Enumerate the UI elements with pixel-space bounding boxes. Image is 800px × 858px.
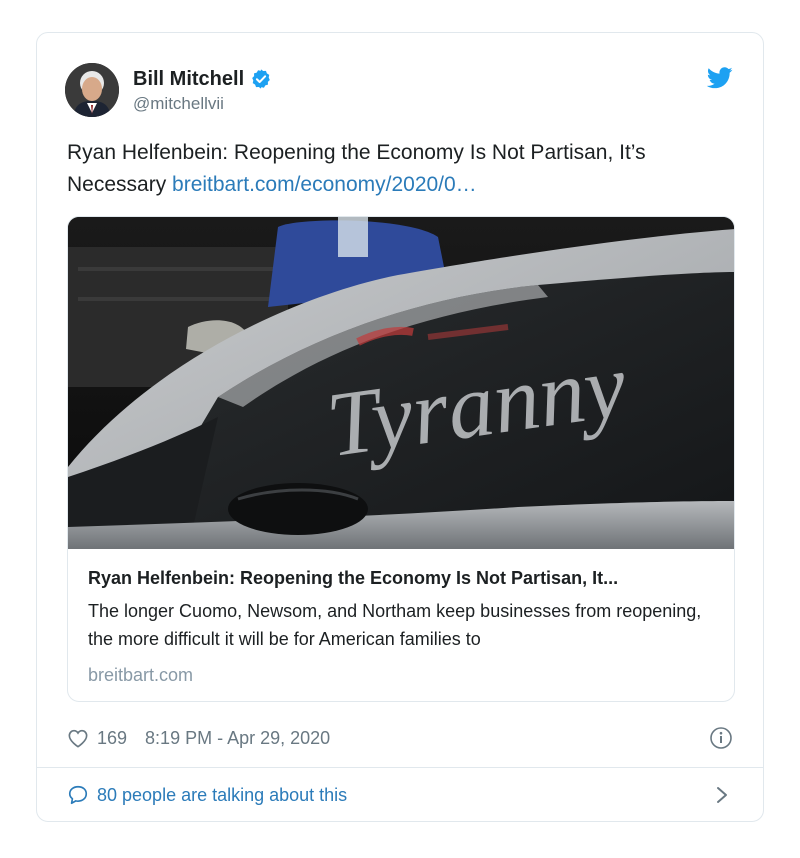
chevron-right-icon[interactable] [715,785,729,805]
divider [37,767,763,768]
tweet-header: Bill Mitchell @mitchellvii [65,63,735,119]
link-preview-card[interactable]: Tyranny Ryan Helfenbein: Reopening the E… [67,216,735,702]
info-icon[interactable] [709,726,733,750]
card-domain: breitbart.com [88,665,194,685]
like-count[interactable]: 169 [97,728,127,749]
tweet-text: Ryan Helfenbein: Reopening the Economy I… [67,137,727,201]
tweet-embed: Bill Mitchell @mitchellvii Ryan Helfenbe… [36,32,764,822]
heart-icon[interactable] [67,728,89,748]
author-name-row: Bill Mitchell [133,67,272,91]
conversation-label[interactable]: 80 people are talking about this [97,785,347,806]
card-image[interactable]: Tyranny [68,217,735,549]
author-block[interactable]: Bill Mitchell @mitchellvii [133,67,272,115]
card-body: Ryan Helfenbein: Reopening the Economy I… [88,565,714,687]
tweet-link[interactable]: breitbart.com/economy/2020/0… [172,173,477,196]
twitter-bird-icon[interactable] [707,67,733,89]
verified-badge-icon [252,69,270,89]
speech-bubble-icon [68,785,88,805]
card-description: The longer Cuomo, Newsom, and Northam ke… [88,601,702,649]
avatar[interactable] [65,63,119,117]
conversation-link[interactable]: 80 people are talking about this [67,781,733,809]
tweet-timestamp[interactable]: 8:19 PM - Apr 29, 2020 [145,728,330,749]
card-title[interactable]: Ryan Helfenbein: Reopening the Economy I… [88,565,714,591]
author-name[interactable]: Bill Mitchell [133,67,244,91]
author-handle[interactable]: @mitchellvii [133,93,272,115]
tweet-meta-row: 169 8:19 PM - Apr 29, 2020 [67,725,733,751]
